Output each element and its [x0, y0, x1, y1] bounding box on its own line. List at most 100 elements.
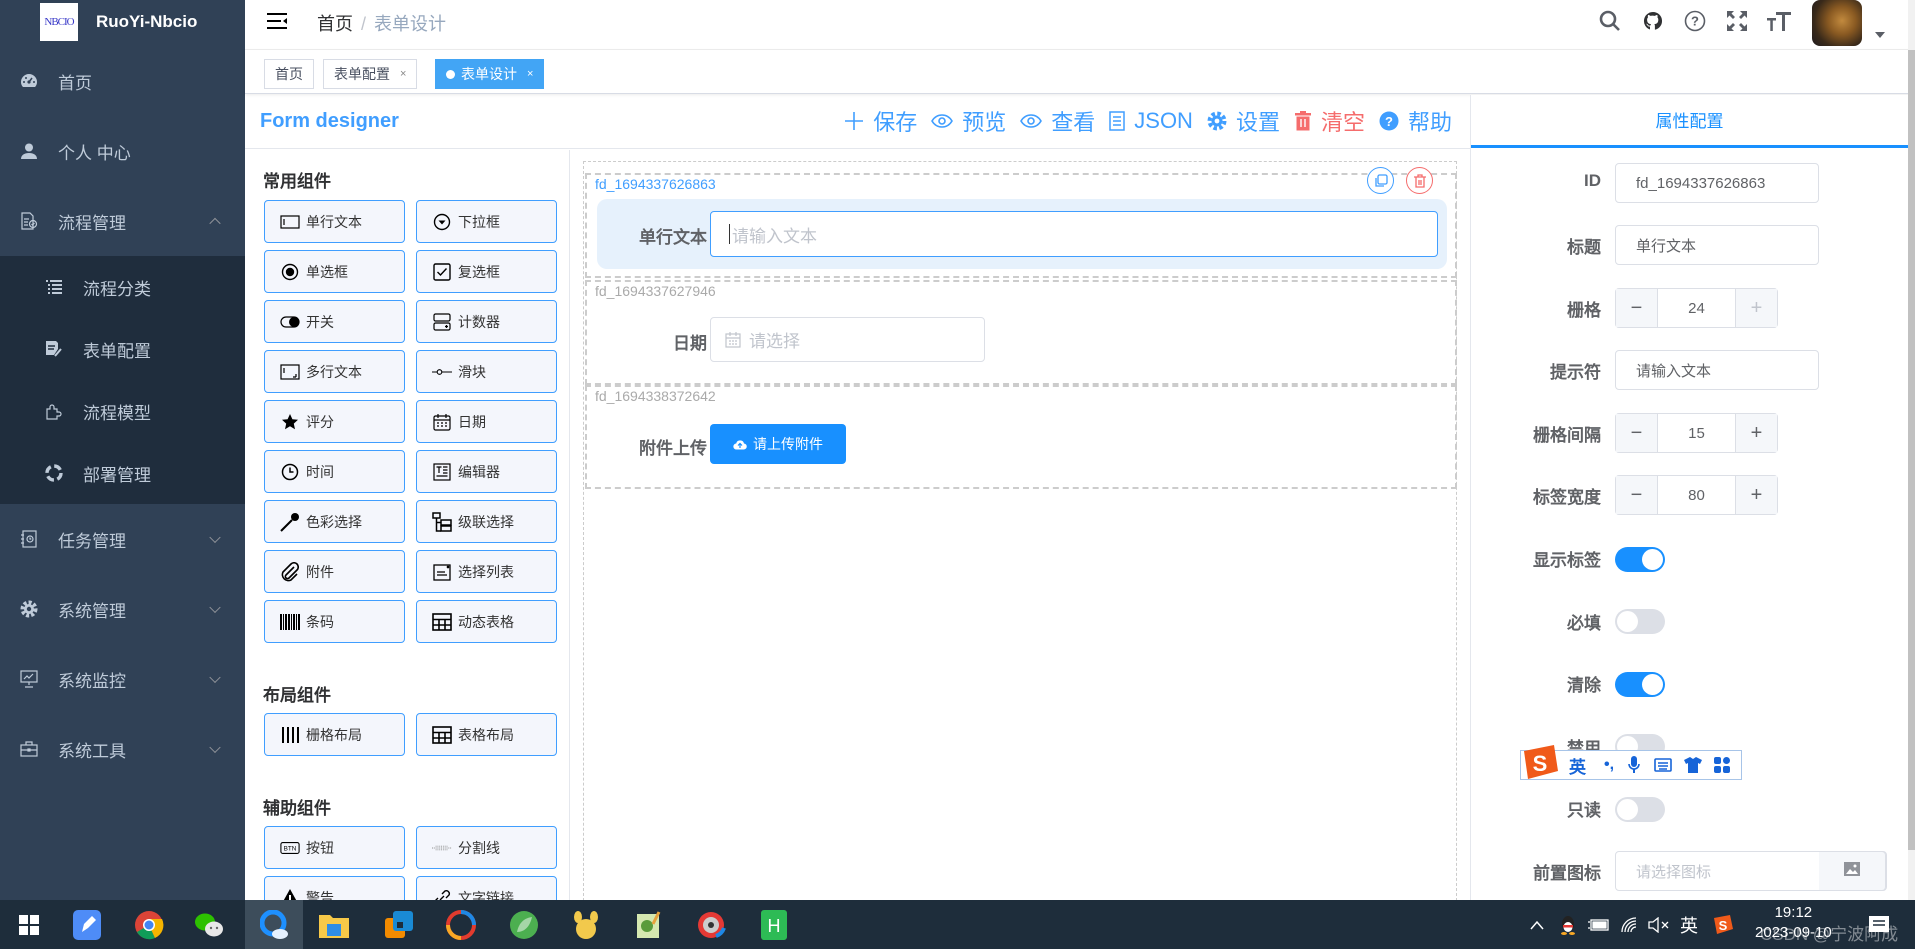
component-button-button[interactable]: BTN 按钮: [264, 826, 405, 869]
github-icon[interactable]: [1640, 8, 1666, 34]
apps-icon[interactable]: [1714, 757, 1731, 773]
component-color-picker-button[interactable]: 色彩选择: [264, 500, 405, 543]
qq-icon[interactable]: [1560, 900, 1576, 949]
show-label-switch[interactable]: [1615, 547, 1665, 572]
json-button[interactable]: JSON: [1109, 108, 1193, 134]
component-warning-button[interactable]: 警告: [264, 876, 405, 900]
gutter-value[interactable]: 15: [1657, 414, 1736, 452]
avatar[interactable]: [1812, 0, 1862, 46]
date-input[interactable]: 请选择: [710, 317, 985, 362]
component-select-list-button[interactable]: 选择列表: [416, 550, 557, 593]
component-calendar-button[interactable]: 日期: [416, 400, 557, 443]
sidebar-item-process-model[interactable]: 流程模型: [0, 380, 245, 442]
sidebar-item-monitor[interactable]: 系统监控: [0, 644, 245, 714]
file-explorer-icon[interactable]: [305, 900, 363, 949]
sidebar-item-process-category[interactable]: 流程分类: [0, 256, 245, 318]
preview-button[interactable]: 预览: [931, 105, 1006, 137]
component-editor-button[interactable]: 编辑器: [416, 450, 557, 493]
required-switch[interactable]: [1615, 609, 1665, 634]
label-width-stepper[interactable]: − 80 +: [1615, 475, 1778, 515]
increment-button[interactable]: +: [1736, 476, 1777, 514]
increment-button[interactable]: +: [1736, 289, 1777, 327]
text-input[interactable]: 请输入文本: [710, 211, 1438, 257]
volume-muted-icon[interactable]: [1648, 900, 1670, 949]
readonly-switch[interactable]: [1615, 797, 1665, 822]
wechat-icon[interactable]: [180, 900, 238, 949]
fullscreen-icon[interactable]: [1724, 8, 1750, 34]
sidebar-item-tools[interactable]: 系统工具: [0, 714, 245, 784]
sidebar-item-profile[interactable]: 个人 中心: [0, 116, 245, 186]
span-stepper[interactable]: − 24 +: [1615, 288, 1778, 328]
sidebar-item-deploy[interactable]: 部署管理: [0, 442, 245, 504]
close-icon[interactable]: ×: [400, 68, 406, 80]
page-scrollbar[interactable]: [1908, 50, 1915, 850]
spring-icon[interactable]: [495, 900, 553, 949]
component-divider-button[interactable]: 分割线: [416, 826, 557, 869]
search-icon[interactable]: [1597, 8, 1623, 34]
component-grid-button[interactable]: 栅格布局: [264, 713, 405, 756]
sidebar-item-task[interactable]: 任务管理: [0, 504, 245, 574]
delete-icon[interactable]: [1406, 167, 1433, 194]
caret-down-icon[interactable]: [1875, 32, 1885, 38]
close-icon[interactable]: ×: [527, 68, 533, 80]
breadcrumb-home[interactable]: 首页: [317, 14, 353, 34]
vmware-icon[interactable]: [370, 900, 428, 949]
notes-app-icon[interactable]: [58, 900, 116, 949]
upload-button[interactable]: 请上传附件: [710, 424, 846, 464]
yellow-app-icon[interactable]: [557, 900, 615, 949]
sidebar-item-system[interactable]: 系统管理: [0, 574, 245, 644]
skin-icon[interactable]: [1684, 757, 1703, 773]
component-number-button[interactable]: 计数器: [416, 300, 557, 343]
component-table-button[interactable]: 动态表格: [416, 600, 557, 643]
decrement-button[interactable]: −: [1616, 289, 1657, 327]
sidebar-item-form-config[interactable]: 表单配置: [0, 318, 245, 380]
qq-browser-icon[interactable]: [432, 900, 490, 949]
browser-q-icon[interactable]: [245, 900, 303, 949]
id-input[interactable]: fd_1694337626863: [1615, 163, 1819, 203]
tray-ime-indicator[interactable]: 英: [1680, 900, 1698, 949]
ime-mode[interactable]: 英: [1569, 753, 1586, 778]
windows-start-icon[interactable]: [0, 900, 58, 949]
decrement-button[interactable]: −: [1616, 476, 1657, 514]
component-paperclip-button[interactable]: 附件: [264, 550, 405, 593]
clear-button[interactable]: 清空: [1294, 105, 1365, 137]
logo[interactable]: NBCIO RuoYi-Nbcio: [0, 0, 245, 44]
punctuation-icon[interactable]: •,: [1604, 756, 1614, 774]
tray-expand-icon[interactable]: [1530, 900, 1544, 949]
component-select-button[interactable]: 下拉框: [416, 200, 557, 243]
gutter-stepper[interactable]: − 15 +: [1615, 413, 1778, 453]
clearable-switch[interactable]: [1615, 672, 1665, 697]
increment-button[interactable]: +: [1736, 414, 1777, 452]
help-button[interactable]: ? 帮助: [1379, 105, 1452, 137]
form-field-selected[interactable]: fd_1694337626863 单行文本 请输入文本: [585, 167, 1457, 278]
settings-button[interactable]: 设置: [1207, 105, 1280, 137]
sogou-tray-icon[interactable]: S: [1712, 900, 1734, 949]
component-switch-button[interactable]: 开关: [264, 300, 405, 343]
sidebar-item-process[interactable]: 流程管理: [0, 186, 245, 256]
component-checkbox-button[interactable]: 复选框: [416, 250, 557, 293]
label-width-value[interactable]: 80: [1657, 476, 1736, 514]
copy-icon[interactable]: [1367, 167, 1394, 194]
component-table-button[interactable]: 表格布局: [416, 713, 557, 756]
span-value[interactable]: 24: [1657, 289, 1736, 327]
tab-properties[interactable]: 属性配置: [1471, 95, 1908, 148]
component-link-button[interactable]: 文字链接: [416, 876, 557, 900]
tag-home[interactable]: 首页: [264, 59, 314, 89]
component-barcode-button[interactable]: 条码: [264, 600, 405, 643]
hamburger-icon[interactable]: [267, 12, 287, 30]
mic-icon[interactable]: [1628, 756, 1640, 774]
component-input-button[interactable]: 单行文本: [264, 200, 405, 243]
form-field[interactable]: fd_1694338372642 附件上传 请上传附件: [585, 385, 1457, 489]
placeholder-input[interactable]: 请输入文本: [1615, 350, 1819, 390]
tag-form-config[interactable]: 表单配置 ×: [323, 59, 418, 89]
wifi-icon[interactable]: [1620, 900, 1640, 949]
chrome-icon[interactable]: [120, 900, 178, 949]
save-button[interactable]: 保存: [844, 105, 917, 137]
view-button[interactable]: 查看: [1020, 105, 1095, 137]
component-textarea-button[interactable]: 多行文本: [264, 350, 405, 393]
component-slider-button[interactable]: 滑块: [416, 350, 557, 393]
keyboard-icon[interactable]: [1654, 758, 1672, 772]
battery-icon[interactable]: [1588, 900, 1610, 949]
sogou-logo-icon[interactable]: S: [1520, 745, 1560, 781]
component-star-button[interactable]: 评分: [264, 400, 405, 443]
